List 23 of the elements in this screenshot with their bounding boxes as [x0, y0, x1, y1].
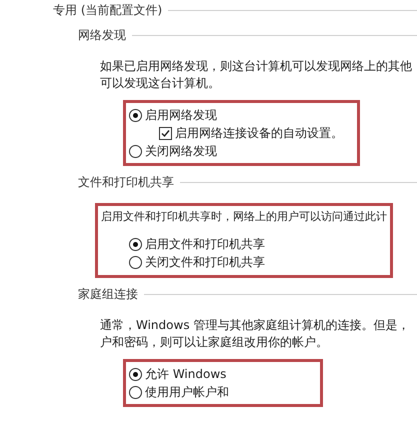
- description-line: 可以发现这台计算机。: [100, 75, 220, 92]
- group-heading: 网络发现: [78, 27, 126, 44]
- checkbox-option[interactable]: 启用网络连接设备的自动设置。: [159, 124, 343, 142]
- radio-button[interactable]: [129, 368, 142, 380]
- radio-button[interactable]: [129, 238, 142, 250]
- group-heading: 文件和打印机共享: [78, 174, 174, 191]
- radio-option[interactable]: 启用文件和打印机共享: [129, 235, 265, 253]
- group-heading: 家庭组连接: [78, 286, 138, 303]
- radio-button[interactable]: [129, 386, 142, 398]
- description-line: 如果已启用网络发现，则这台计算机可以发现网络上的其他: [100, 58, 412, 75]
- radio-button[interactable]: [129, 256, 142, 268]
- description-line: 通常，Windows 管理与其他家庭组计算机的连接。但是，: [100, 317, 410, 334]
- radio-button[interactable]: [129, 144, 142, 158]
- radio-button[interactable]: [129, 108, 142, 122]
- radio-option[interactable]: 使用用户帐户和: [129, 383, 229, 401]
- description-line: 启用文件和打印机共享时，网络上的用户可以访问通过此计: [101, 209, 387, 225]
- description-line: 户和密码，则可以让家庭组改用你的帐户。: [100, 334, 328, 351]
- radio-option[interactable]: 关闭文件和打印机共享: [129, 253, 265, 271]
- section-heading: 专用 (当前配置文件): [53, 2, 162, 19]
- radio-option[interactable]: 关闭网络发现: [129, 142, 217, 160]
- radio-option[interactable]: 启用网络发现: [129, 106, 217, 124]
- radio-option[interactable]: 允许 Windows: [129, 365, 226, 383]
- checkbox[interactable]: [159, 126, 172, 140]
